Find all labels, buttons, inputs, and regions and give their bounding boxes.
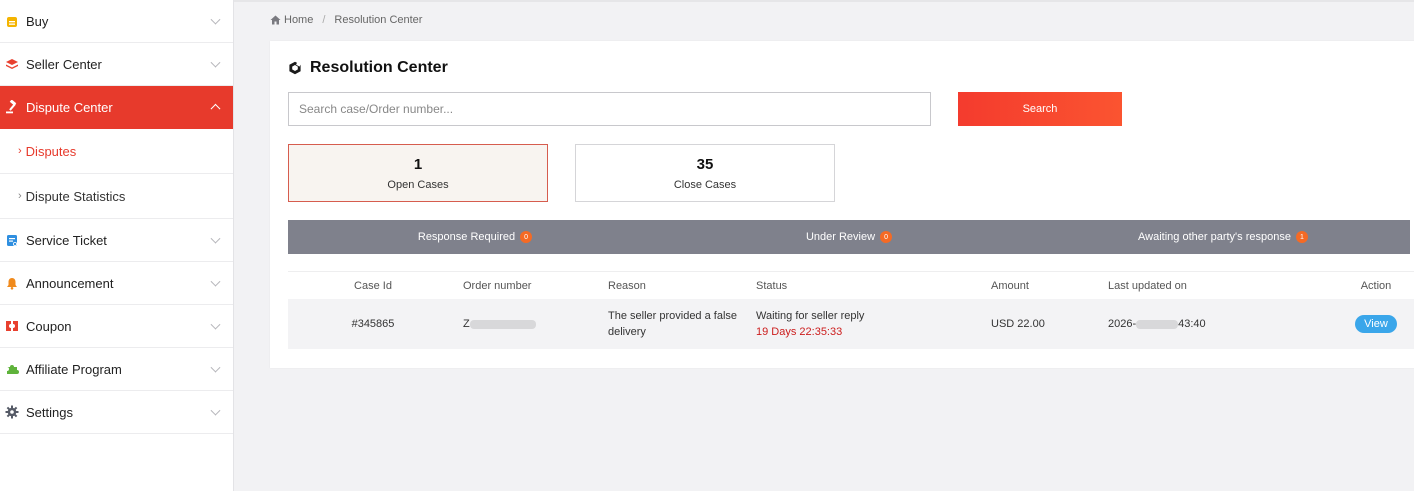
view-button[interactable]: View (1355, 315, 1397, 333)
sidebar-subitem-disputes[interactable]: › Disputes (0, 129, 233, 174)
gavel-icon (5, 100, 19, 114)
updated-prefix: 2026- (1108, 318, 1137, 330)
last-updated-cell: 2026- 43:40 (1108, 316, 1338, 332)
header-status: Status (756, 279, 788, 292)
header-action: Action (1360, 279, 1392, 292)
cases-table: Case Id Order number Reason Status Amoun… (288, 271, 1414, 349)
action-cell: View (1338, 315, 1414, 333)
sidebar-item-announcement[interactable]: Announcement (0, 262, 233, 305)
sidebar: Buy Seller Center Dispute Center › Dispu… (0, 0, 234, 491)
sidebar-item-dispute-center[interactable]: Dispute Center (0, 86, 233, 129)
countdown-timer: 19 Days 22:35:33 (756, 326, 843, 338)
sidebar-item-label: Coupon (26, 318, 72, 334)
sidebar-item-label: Settings (26, 404, 73, 420)
status-cell: Waiting for seller reply 19 Days 22:35:3… (756, 308, 991, 340)
breadcrumb-current: Resolution Center (334, 14, 423, 26)
breadcrumb-separator: / (322, 14, 326, 26)
tab-under-review[interactable]: Under Review 0 (662, 220, 1036, 254)
search-button[interactable]: Search (958, 92, 1122, 126)
count-badge: 0 (520, 231, 533, 243)
close-cases-label: Close Cases (673, 179, 737, 191)
header-case-id: Case Id (354, 279, 392, 292)
page-title: Resolution Center (288, 59, 448, 77)
resolution-panel: Resolution Center Search 1 Open Cases 35… (270, 41, 1414, 368)
redacted-order-number (469, 319, 536, 329)
table-header: Case Id Order number Reason Status Amoun… (288, 271, 1414, 299)
sidebar-item-settings[interactable]: Settings (0, 391, 233, 434)
sidebar-item-label: Affiliate Program (26, 361, 122, 377)
layers-icon (5, 57, 19, 71)
page-title-text: Resolution Center (310, 59, 448, 76)
shield-icon (288, 61, 302, 75)
header-reason: Reason (608, 279, 646, 292)
status-tab-bar: Response Required 0 Under Review 0 Await… (288, 220, 1410, 254)
chevron-down-icon (210, 319, 221, 330)
sidebar-item-label: Dispute Center (26, 99, 113, 115)
chevron-right-icon: › (18, 190, 22, 202)
search-input[interactable] (288, 92, 931, 126)
sidebar-item-label: Announcement (26, 275, 114, 291)
bag-icon (5, 14, 19, 28)
sidebar-item-label: Buy (26, 13, 49, 29)
chevron-down-icon (210, 57, 221, 68)
chevron-down-icon (210, 276, 221, 287)
close-cases-count: 35 (696, 156, 714, 173)
gear-icon (5, 405, 19, 419)
close-cases-card[interactable]: 35 Close Cases (575, 144, 835, 202)
sidebar-subitem-dispute-statistics[interactable]: › Dispute Statistics (0, 174, 233, 219)
order-number-cell: Z (458, 316, 608, 332)
reason-cell: The seller provided a false delivery (608, 310, 738, 338)
tab-awaiting-other-party[interactable]: Awaiting other party's response 1 (1036, 220, 1410, 254)
sidebar-item-label: Seller Center (26, 56, 102, 72)
sidebar-item-label: Service Ticket (26, 232, 107, 248)
header-last-updated: Last updated on (1108, 279, 1187, 292)
chevron-down-icon (210, 362, 221, 373)
tab-label: Under Review (805, 231, 876, 243)
count-badge: 1 (1295, 231, 1308, 243)
case-id-cell: #345865 (351, 318, 395, 330)
sidebar-item-seller-center[interactable]: Seller Center (0, 43, 233, 86)
bell-icon (5, 276, 19, 290)
ticket-icon (5, 233, 19, 247)
tab-label: Awaiting other party's response (1138, 231, 1291, 243)
home-icon (270, 15, 281, 25)
order-number-prefix: Z (463, 318, 470, 330)
chevron-down-icon (210, 14, 221, 25)
top-divider (234, 0, 1414, 2)
open-cases-label: Open Cases (387, 179, 449, 191)
sidebar-item-service-ticket[interactable]: Service Ticket (0, 219, 233, 262)
header-amount: Amount (991, 279, 1029, 292)
chevron-down-icon (210, 233, 221, 244)
puzzle-icon (5, 362, 19, 376)
table-row: #345865 Z The seller provided a false de… (288, 299, 1414, 349)
redacted-timestamp (1136, 319, 1179, 329)
count-badge: 0 (880, 231, 893, 243)
header-order-number: Order number (463, 279, 532, 292)
open-cases-count: 1 (413, 156, 423, 173)
breadcrumb: Home / Resolution Center (270, 14, 422, 26)
open-cases-card[interactable]: 1 Open Cases (288, 144, 548, 202)
chevron-up-icon (210, 103, 221, 114)
amount-cell: USD 22.00 (991, 318, 1045, 330)
tab-response-required[interactable]: Response Required 0 (288, 220, 662, 254)
sidebar-subitem-label: Disputes (25, 143, 77, 159)
breadcrumb-home-link[interactable]: Home (284, 14, 313, 26)
status-text: Waiting for seller reply (756, 310, 865, 322)
sidebar-subitem-label: Dispute Statistics (25, 188, 126, 204)
tab-label: Response Required (417, 231, 516, 243)
sidebar-item-buy[interactable]: Buy (0, 0, 233, 43)
sidebar-item-affiliate-program[interactable]: Affiliate Program (0, 348, 233, 391)
updated-suffix: 43:40 (1178, 318, 1206, 330)
chevron-right-icon: › (18, 145, 22, 157)
sidebar-item-coupon[interactable]: Coupon (0, 305, 233, 348)
chevron-down-icon (210, 405, 221, 416)
coupon-icon (5, 319, 19, 333)
